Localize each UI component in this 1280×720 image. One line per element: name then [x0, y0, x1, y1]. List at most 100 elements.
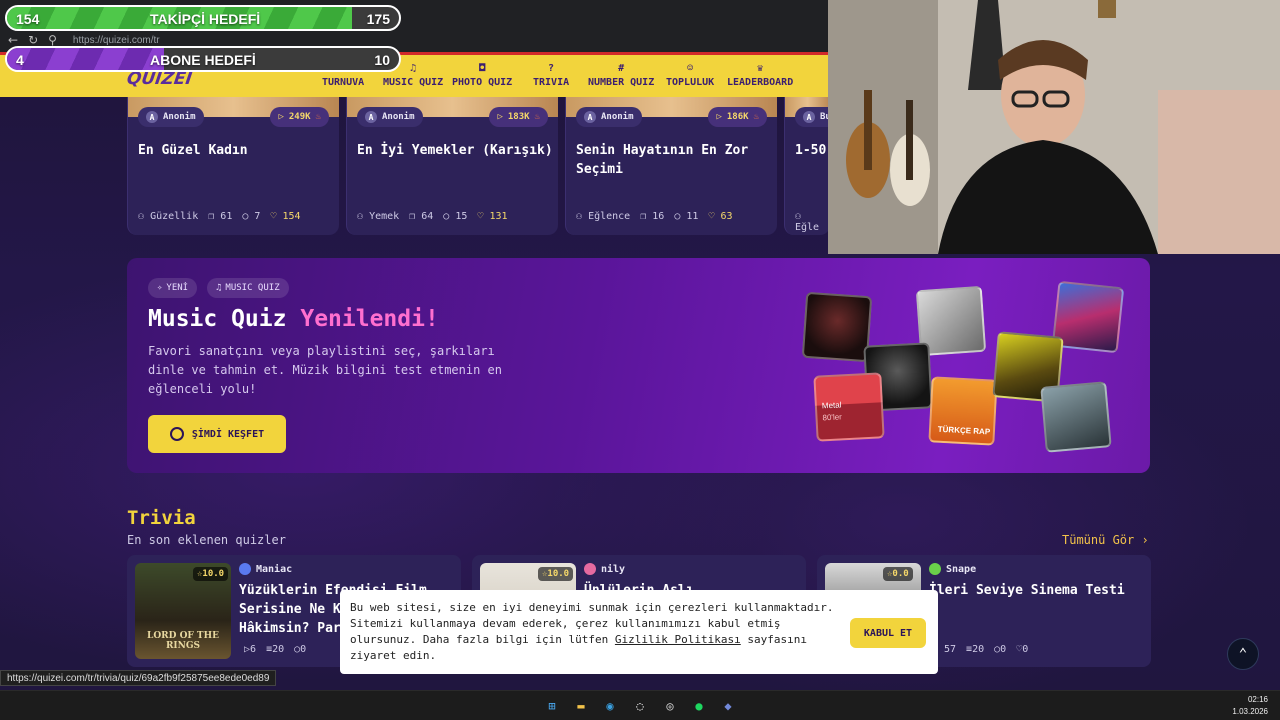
back-icon[interactable]: ← — [8, 33, 18, 47]
category-label[interactable]: ⚇ Güzellik — [138, 211, 198, 222]
discover-now-button[interactable]: ŞİMDİ KEŞFET — [148, 415, 286, 453]
author-name: Anonim — [601, 112, 634, 122]
play-count-badge: ▷ 249K ♨ — [270, 107, 329, 127]
like-count: ♡ 154 — [270, 211, 301, 222]
file-explorer-icon[interactable]: ▬ — [571, 696, 591, 716]
webcam-scene — [828, 0, 1280, 254]
play-count: ▷6 — [244, 644, 257, 655]
author-badge[interactable]: A Anonim — [138, 107, 204, 127]
avatar: A — [803, 111, 815, 123]
avatar — [584, 563, 596, 575]
obs-icon[interactable]: ◎ — [660, 696, 680, 716]
subscriber-goal-fill — [7, 48, 164, 70]
promo-title: Music Quiz Yenilendi! — [148, 306, 439, 332]
trivia-section-title: Trivia — [127, 507, 196, 529]
trivia-card-stats: 57 ≡20 ○0 ♡0 — [944, 644, 1028, 655]
rating-badge: ☆ 0.0 — [883, 567, 913, 581]
nav-photo-quiz[interactable]: ◘ PHOTO QUIZ — [452, 63, 512, 88]
trivia-author[interactable]: nily — [584, 563, 625, 575]
medal-icon: ♛ — [757, 63, 764, 74]
trivia-subtitle: En son eklenen quizler — [127, 533, 286, 547]
subscriber-goal-current: 4 — [16, 52, 24, 68]
trivia-author[interactable]: Snape — [929, 563, 976, 575]
trivia-card-stats: ▷6 ≡20 ○0 — [244, 644, 306, 655]
comment-count: ○0 — [994, 644, 1007, 655]
subscriber-goal-target: 10 — [374, 52, 390, 68]
heart-icon: ♡ — [270, 211, 277, 222]
scroll-to-top-button[interactable]: ⌃ — [1227, 638, 1259, 670]
chevron-up-icon: ⌃ — [1238, 646, 1248, 662]
author-badge[interactable]: A Anonim — [357, 107, 423, 127]
cookie-text: Bu web sitesi, size en iyi deneyimi sunm… — [350, 601, 834, 662]
category-icon: ⚇ — [357, 211, 364, 222]
author-name: Anonim — [163, 112, 196, 122]
avatar — [929, 563, 941, 575]
artist-tile-6 — [1040, 381, 1112, 453]
question-count: ❐ 16 — [640, 211, 665, 222]
question-count: ≡20 — [266, 644, 285, 655]
sparkle-icon: ✧ — [157, 283, 163, 293]
copy-icon: ❐ — [208, 211, 215, 222]
spotify-icon[interactable]: ● — [689, 696, 709, 716]
cookie-consent-banner: Bu web sitesi, size en iyi deneyimi sunm… — [340, 590, 938, 674]
author-name: Anonim — [382, 112, 415, 122]
edge-browser-icon[interactable]: ◉ — [600, 696, 620, 716]
category-icon: ⚇ — [138, 211, 145, 222]
quiz-card[interactable]: ABu1-50 BÜYÜ⚇ Eğle — [784, 97, 865, 235]
nav-label: NUMBER QUIZ — [588, 77, 655, 88]
nav-label: PHOTO QUIZ — [452, 77, 513, 88]
quiz-card-stats: ⚇ Yemek ❐ 64 ○ 15 ♡ 131 — [357, 211, 550, 222]
comment-count: ○ 15 — [443, 211, 468, 222]
play-count-badge: ▷ 186K ♨ — [708, 107, 767, 127]
play-count: 57 — [944, 644, 957, 655]
see-all-link[interactable]: Tümünü Gör › — [1062, 533, 1149, 547]
nav-label: MUSIC QUIZ — [383, 77, 444, 88]
category-icon: ⚇ — [795, 211, 802, 222]
nav-leaderboard[interactable]: ♛ LEADERBOARD — [727, 63, 793, 88]
accept-cookies-button[interactable]: KABUL ET — [850, 618, 926, 648]
music-quiz-tag: ♫ MUSIC QUIZ — [207, 278, 289, 298]
quiz-card[interactable]: A Anonim ▷ 249K ♨ En Güzel Kadın ⚇ Güzellik ❐ 6… — [127, 97, 339, 235]
webcam-feed — [828, 0, 1280, 254]
quizei-logo[interactable]: QUIZEI — [126, 69, 194, 89]
rating-badge: ☆ 10.0 — [538, 567, 574, 581]
quiz-card[interactable]: A Anonim ▷ 186K ♨ Senin Hayatının En Zor Seçi… — [565, 97, 777, 235]
follower-goal-bar: 154 TAKİPÇİ HEDEFİ 175 — [5, 5, 401, 31]
nav-number-quiz[interactable]: # NUMBER QUIZ — [588, 63, 654, 88]
play-count: 249K — [288, 112, 311, 122]
comment-icon: ○ — [242, 211, 249, 222]
comment-count: ○0 — [294, 644, 307, 655]
comment-count: ○ 11 — [674, 211, 699, 222]
artist-tile-1 — [801, 291, 873, 363]
site-info-icon[interactable]: ⚲ — [48, 33, 57, 47]
category-label[interactable]: ⚇ Yemek — [357, 211, 399, 222]
like-count: ♡0 — [1016, 644, 1029, 655]
avatar: A — [584, 111, 596, 123]
quiz-card-stats: ⚇ Eğle — [795, 211, 822, 233]
like-count: ♡ 131 — [477, 211, 508, 222]
quiz-card[interactable]: A Anonim ▷ 183K ♨ En İyi Yemekler (Karışık) ⚇ … — [346, 97, 558, 235]
trivia-author[interactable]: Maniac — [239, 563, 292, 575]
category-label[interactable]: ⚇ Eğlence — [576, 211, 630, 222]
follower-goal-target: 175 — [366, 11, 390, 27]
author-badge[interactable]: A Anonim — [576, 107, 642, 127]
windows-start-icon[interactable]: ⊞ — [542, 696, 562, 716]
reload-icon[interactable]: ↻ — [28, 33, 38, 47]
fire-icon: ♨ — [753, 112, 759, 122]
music-quiz-promo: ✧ YENİ ♫ MUSIC QUIZ Music Quiz Yenilendi! … — [127, 258, 1150, 473]
fire-icon: ♨ — [315, 112, 321, 122]
copy-icon: ❐ — [640, 211, 647, 222]
music-note-icon: ♫ — [216, 283, 222, 293]
comment-count: ○ 7 — [242, 211, 261, 222]
question-count: ❐ 64 — [409, 211, 434, 222]
rating-badge: ☆ 10.0 — [193, 567, 229, 581]
whatsapp-icon[interactable]: ◌ — [630, 696, 650, 716]
play-count-badge: ▷ 183K ♨ — [489, 107, 548, 127]
category-label[interactable]: ⚇ Eğle — [795, 211, 822, 233]
nav-topluluk[interactable]: ☺ TOPLULUK — [666, 63, 714, 88]
address-bar[interactable]: https://quizei.com/tr — [73, 35, 160, 46]
quiz-card-stats: ⚇ Güzellik ❐ 61 ○ 7 ♡ 154 — [138, 211, 331, 222]
nav-trivia[interactable]: ? TRIVIA — [533, 63, 569, 88]
discord-icon[interactable]: ◆ — [718, 696, 738, 716]
privacy-policy-link[interactable]: Gizlilik Politikası — [615, 633, 741, 646]
